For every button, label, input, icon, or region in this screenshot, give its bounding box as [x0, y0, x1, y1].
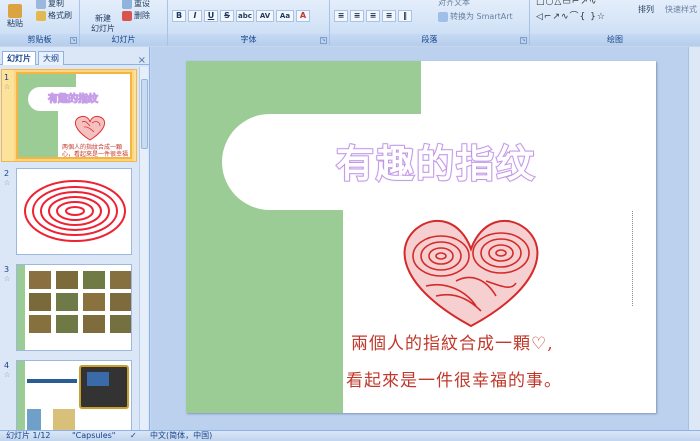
clipboard-label: 剪贴板: [0, 34, 79, 46]
fingerprint-icon: [24, 180, 126, 242]
paste-button[interactable]: 粘贴: [2, 4, 28, 29]
star-icon: ☆: [4, 275, 11, 283]
smartart-icon: [438, 11, 448, 22]
star-icon: ☆: [4, 179, 11, 187]
slide-thumbnails: 1 ☆ 有趣的指纹 两個人的指紋合成一顆心，看起來是一件很幸福的事。 2 ☆: [0, 67, 140, 430]
font-launcher[interactable]: ↘: [320, 37, 327, 44]
pane-tabs: 幻灯片 大纲 ×: [0, 51, 150, 66]
tab-outline[interactable]: 大纲: [38, 51, 64, 65]
slide-thumb-3[interactable]: [16, 264, 132, 351]
clipboard-group: 粘贴 复制 格式刷 剪贴板 ↘: [0, 0, 80, 46]
delete-icon: [122, 10, 132, 21]
columns-button[interactable]: ‖: [398, 10, 412, 22]
font-format-bar: B I U S abc AV Aa A: [172, 10, 310, 22]
font-group: B I U S abc AV Aa A 字体 ↘: [168, 0, 330, 46]
align-right-button[interactable]: ≡: [366, 10, 380, 22]
spellcheck-icon[interactable]: ✓: [130, 431, 137, 441]
thumbnails-scrollbar[interactable]: [139, 67, 148, 430]
delete-button[interactable]: 删除: [122, 10, 150, 21]
align-left-button[interactable]: ≡: [334, 10, 348, 22]
justify-button[interactable]: ≡: [382, 10, 396, 22]
paragraph-align-bar: ≡ ≡ ≡ ≡ ‖: [334, 10, 412, 22]
slide-thumb-2[interactable]: [16, 168, 132, 255]
heart-fingerprint-icon: [74, 115, 106, 141]
font-color-button[interactable]: A: [296, 10, 310, 22]
copy-icon: [36, 0, 46, 9]
clipboard-launcher[interactable]: ↘: [70, 37, 77, 44]
caption-line-1[interactable]: 兩個人的指紋合成一顆♡,: [351, 329, 554, 354]
paste-icon: [8, 4, 22, 18]
shadow-button[interactable]: abc: [236, 10, 254, 22]
arrange-button[interactable]: 排列: [634, 5, 658, 15]
star-icon: ☆: [4, 371, 11, 379]
current-slide[interactable]: 有趣的指纹 兩個人的指紋合成一顆♡, 看起來是一件很幸福的事。: [186, 61, 656, 413]
fingerprint-scanner-image: [79, 365, 129, 409]
slide-number: 4: [4, 361, 10, 370]
slide-number: 1: [4, 73, 10, 82]
new-slide-button[interactable]: 新建 幻灯片: [86, 4, 120, 34]
slide-editing-area: 有趣的指纹 兩個人的指紋合成一顆♡, 看起來是一件很幸福的事。: [151, 47, 700, 430]
shape-gallery-row1[interactable]: □○△▭⌐↗∿: [536, 0, 597, 7]
convert-smartart-button[interactable]: 转换为 SmartArt: [438, 11, 513, 22]
align-center-button[interactable]: ≡: [350, 10, 364, 22]
slide-number: 3: [4, 265, 10, 274]
close-pane-icon[interactable]: ×: [138, 55, 146, 66]
ribbon: 粘贴 复制 格式刷 剪贴板 ↘ 新建 幻灯片 重设 删除 幻灯片 B I U S…: [0, 0, 700, 46]
green-panel-top: [186, 61, 421, 115]
change-case-button[interactable]: Aa: [276, 10, 294, 22]
reset-button[interactable]: 重设: [122, 0, 150, 9]
tab-slides[interactable]: 幻灯片: [2, 51, 36, 65]
paragraph-label: 段落: [330, 34, 529, 46]
drawing-group: □○△▭⌐↗∿ ◁⌐↗∿⌒{ }☆ 排列 快速样式 绘图: [530, 0, 700, 46]
fingerprint-grid: [29, 271, 131, 333]
format-painter-icon: [36, 10, 46, 21]
italic-button[interactable]: I: [188, 10, 202, 22]
thumb-caption: 两個人的指紋合成一顆心，看起來是一件很幸福的事。: [62, 144, 129, 158]
slides-group: 新建 幻灯片 重设 删除 幻灯片: [80, 0, 168, 46]
theme-name[interactable]: "Capsules": [72, 431, 115, 441]
slide-thumb-4[interactable]: [16, 360, 132, 430]
star-icon: ☆: [4, 83, 11, 91]
format-painter-button[interactable]: 格式刷: [36, 10, 72, 21]
caption-line-2[interactable]: 看起來是一件很幸福的事。: [346, 366, 562, 391]
thumb-title: 有趣的指纹: [48, 94, 99, 106]
reset-icon: [122, 0, 132, 9]
slides-pane: 幻灯片 大纲 × 1 ☆ 有趣的指纹 两個人的指紋合成一顆心，看起來是一件很幸福…: [0, 47, 150, 430]
spacing-button[interactable]: AV: [256, 10, 274, 22]
drawing-label: 绘图: [530, 34, 700, 46]
shape-gallery-row2[interactable]: ◁⌐↗∿⌒{ }☆: [536, 9, 606, 22]
language-indicator[interactable]: 中文(简体，中国): [150, 431, 212, 441]
paragraph-group: ≡ ≡ ≡ ≡ ‖ 对齐文本 转换为 SmartArt 段落 ↘: [330, 0, 530, 46]
paragraph-launcher[interactable]: ↘: [520, 37, 527, 44]
slide-count: 幻灯片 1/12: [6, 431, 51, 440]
align-text-button[interactable]: 对齐文本: [438, 0, 470, 8]
copy-button[interactable]: 复制: [36, 0, 64, 9]
quick-styles-button[interactable]: 快速样式: [662, 5, 700, 15]
font-label: 字体: [168, 34, 329, 46]
bold-button[interactable]: B: [172, 10, 186, 22]
slide-title[interactable]: 有趣的指纹: [316, 133, 556, 188]
heart-fingerprint-icon: [403, 219, 539, 328]
slide-thumb-1[interactable]: 有趣的指纹 两個人的指紋合成一顆心，看起來是一件很幸福的事。: [16, 72, 132, 159]
strikethrough-button[interactable]: S: [220, 10, 234, 22]
slides-label: 幻灯片: [80, 34, 167, 46]
status-bar: 幻灯片 1/12 "Capsules" ✓ 中文(简体，中国): [0, 430, 700, 441]
slide-number: 2: [4, 169, 10, 178]
underline-button[interactable]: U: [204, 10, 218, 22]
scrollbar-thumb[interactable]: [141, 79, 148, 149]
placeholder-border: [632, 211, 633, 306]
slide-vertical-scrollbar[interactable]: [688, 47, 700, 430]
